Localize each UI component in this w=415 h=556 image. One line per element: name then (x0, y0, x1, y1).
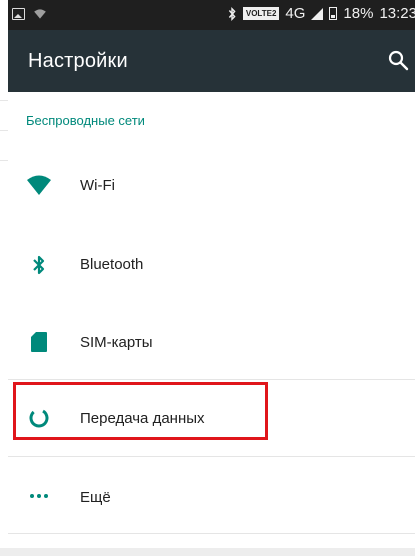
signal-icon (311, 7, 324, 20)
wifi-icon (26, 172, 52, 198)
settings-item-label: Bluetooth (80, 256, 144, 273)
section-header-wireless: Беспроводные сети (26, 113, 145, 128)
sim-card-icon (26, 329, 52, 355)
settings-item-label: SIM-карты (80, 334, 153, 351)
wifi-status-icon (34, 9, 46, 19)
bottom-edge (0, 548, 415, 556)
settings-item-sim[interactable]: SIM-карты (8, 304, 415, 382)
search-icon (388, 50, 409, 71)
list-divider (8, 456, 415, 457)
page-title: Настройки (28, 50, 128, 72)
list-divider (8, 533, 415, 534)
settings-item-label: Ещё (80, 489, 111, 506)
more-icon (26, 483, 52, 509)
settings-list: Беспроводные сети Wi-Fi Bluetooth SIM-ка… (8, 92, 415, 548)
search-button[interactable] (385, 47, 413, 75)
screenshot-frame: VOLTE2 4G 18% 13:23 Настройки Беспроводн… (0, 0, 415, 556)
settings-item-wifi[interactable]: Wi-Fi (8, 148, 415, 226)
settings-item-more[interactable]: Ещё (8, 458, 415, 536)
battery-icon (329, 7, 338, 20)
app-toolbar: Настройки (8, 30, 415, 92)
status-bar: VOLTE2 4G 18% 13:23 (8, 0, 415, 30)
highlight-box (13, 382, 268, 440)
clock: 13:23 (379, 5, 415, 22)
bluetooth-status-icon (228, 6, 236, 21)
network-type: 4G (285, 5, 306, 22)
settings-item-label: Wi-Fi (80, 177, 115, 194)
bluetooth-icon (26, 252, 52, 278)
image-notification-icon (12, 8, 25, 20)
battery-percent: 18% (343, 5, 374, 22)
settings-screen: VOLTE2 4G 18% 13:23 Настройки Беспроводн… (8, 0, 415, 548)
settings-item-bluetooth[interactable]: Bluetooth (8, 226, 415, 304)
volte-badge: VOLTE2 (242, 7, 280, 20)
background-strip (0, 0, 8, 556)
